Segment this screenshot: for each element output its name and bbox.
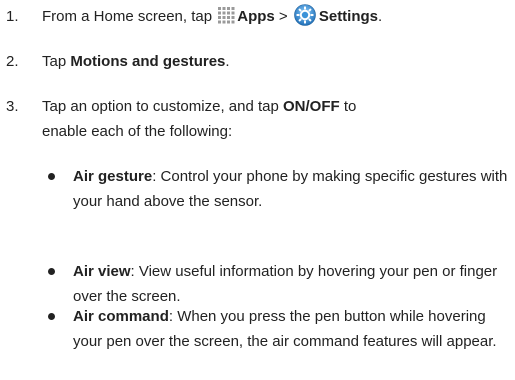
step-2-period: . <box>225 53 230 70</box>
step-1-period: . <box>378 8 383 25</box>
step-number: 1. <box>6 8 19 25</box>
step-text: From a Home screen, tap Apps > Settings. <box>42 4 502 29</box>
air-command-label: Air command <box>73 308 169 325</box>
step-text: Tap Motions and gestures. <box>42 49 502 74</box>
bullet-dot <box>48 173 55 180</box>
apps-label: Apps <box>237 8 275 25</box>
path-separator: > <box>278 8 288 25</box>
step-text-line-1: Tap an option to customize, and tap ON/O… <box>42 94 502 119</box>
bullet-text: Air gesture: Control your phone by makin… <box>73 164 513 214</box>
step-3-intro: Tap an option to customize, and tap <box>42 98 279 115</box>
step-3-to: to <box>343 98 357 115</box>
settings-gear-icon <box>294 4 316 26</box>
step-2-intro: Tap <box>42 53 67 70</box>
on-off-label: ON/OFF <box>283 98 340 115</box>
air-view-description: : View useful information by hovering yo… <box>73 263 498 305</box>
air-gesture-label: Air gesture <box>73 168 153 185</box>
bullet-text: Air command: When you press the pen butt… <box>73 304 513 354</box>
step-number: 2. <box>6 53 19 70</box>
bullet-text: Air view: View useful information by hov… <box>73 259 513 309</box>
step-text-line-2: enable each of the following: <box>42 123 233 140</box>
step-1-intro: From a Home screen, tap <box>42 8 213 25</box>
motions-and-gestures-label: Motions and gestures <box>70 53 226 70</box>
step-number: 3. <box>6 98 19 115</box>
settings-label: Settings <box>318 8 379 25</box>
air-view-label: Air view <box>73 263 131 280</box>
bullet-dot <box>48 268 55 275</box>
apps-grid-icon <box>218 7 235 24</box>
bullet-dot <box>48 313 55 320</box>
